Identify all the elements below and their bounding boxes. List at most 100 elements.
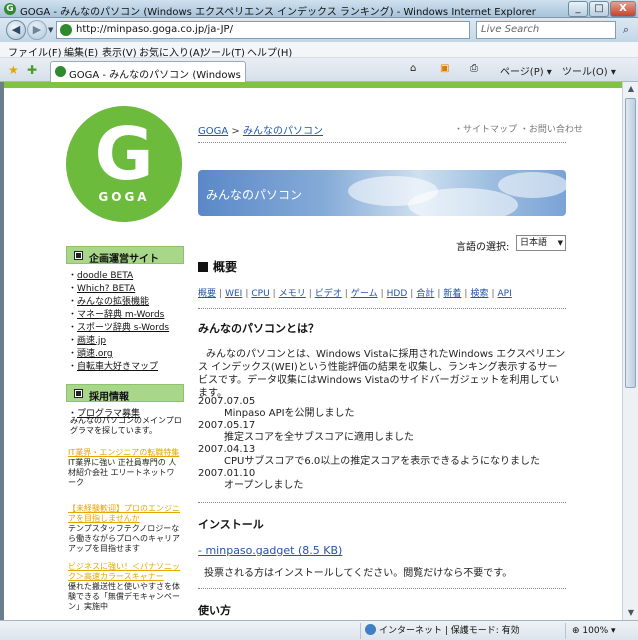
search-input[interactable]: Live Search — [476, 21, 616, 39]
top-stripe — [4, 82, 622, 88]
address-url[interactable]: http://minpaso.goga.co.jp/ja-JP/ — [76, 24, 233, 35]
sidebar-link[interactable]: ・doodle BETA — [68, 268, 133, 281]
nav-link[interactable]: HDD — [387, 289, 408, 299]
language-value: 日本語 — [520, 238, 548, 248]
ad-link[interactable]: IT業界・エンジニアの転職特集 — [68, 448, 182, 458]
ad-link[interactable]: ビジネスに強い！＜パナソニック＞高速カラースキャナー — [68, 562, 182, 582]
jobs-header: 採用情報 — [66, 384, 184, 403]
planning-sites-header: 企画運営サイト — [66, 246, 184, 265]
language-label: 言語の選択: — [456, 242, 510, 253]
sidebar-link[interactable]: ・自転車大好きマップ — [68, 359, 158, 372]
history-dropdown-icon[interactable]: ▼ — [48, 26, 53, 34]
breadcrumb: GOGA > みんなのパソコン — [198, 122, 323, 137]
news-item: CPUサブスコアで6.0以上の推定スコアを表示できるようになりました — [224, 456, 541, 467]
sidebar-link[interactable]: ・頭速.org — [68, 346, 113, 359]
news-item: 推定スコアを全サブスコアに適用しました — [224, 432, 414, 443]
banner-cloud — [408, 188, 518, 216]
menu-file[interactable]: ファイル(F) — [8, 44, 62, 59]
back-button[interactable]: ◀ — [6, 20, 26, 40]
zoom-icon: ⊕ — [572, 626, 583, 636]
menu-tools[interactable]: ツール(T) — [201, 44, 245, 59]
zoom-level[interactable]: ⊕ 100% ▾ — [565, 623, 635, 639]
scroll-up-icon[interactable]: ▲ — [624, 82, 638, 96]
home-icon[interactable]: ⌂ — [410, 63, 416, 74]
gadget-download-link[interactable]: - minpaso.gadget (8.5 KB) — [198, 544, 342, 557]
scroll-thumb[interactable] — [625, 98, 636, 388]
nav-link[interactable]: 合計 — [416, 289, 434, 299]
ie-favicon-icon: G — [4, 3, 16, 15]
vertical-scrollbar[interactable]: ▲ ▼ — [622, 82, 638, 620]
jobs-title: 採用情報 — [89, 392, 129, 403]
page-menu-button[interactable]: ページ(P) ▾ — [500, 63, 552, 78]
favorites-star-icon[interactable]: ★ — [8, 63, 19, 77]
sidebar-link[interactable]: ・マネー辞典 m-Words — [68, 307, 164, 320]
nav-link[interactable]: ゲーム — [351, 289, 378, 299]
tab-goga[interactable]: GOGA - みんなのパソコン (Windows エクスペ... — [50, 61, 246, 82]
nav-link[interactable]: メモリ — [279, 289, 306, 299]
search-icon[interactable]: ⌕ — [618, 21, 634, 39]
goga-logo[interactable]: G GOGA — [66, 106, 182, 222]
ad-description: テンプスタッフテクノロジーなら働きながらプロへのキャリアアップを目指せます — [68, 524, 180, 553]
menu-bar: ファイル(F) 編集(E) 表示(V) お気に入り(A) ツール(T) ヘルプ(… — [0, 42, 638, 59]
feeds-icon[interactable]: ▣ — [440, 63, 449, 74]
news-list: 2007.07.05 Minpaso APIを公開しました 2007.05.17… — [198, 396, 540, 492]
news-item: Minpaso APIを公開しました — [224, 408, 355, 419]
close-button[interactable]: X — [610, 1, 636, 17]
banner: みんなのパソコン — [198, 170, 566, 216]
about-title: みんなのパソコンとは？ — [198, 322, 319, 335]
nav-link[interactable]: WEI — [225, 289, 242, 299]
sidebar-link[interactable]: ・Which? BETA — [68, 281, 135, 294]
breadcrumb-root-link[interactable]: GOGA — [198, 126, 228, 137]
sidebar-link[interactable]: ・スポーツ辞典 s-Words — [68, 320, 169, 333]
page-viewport: G GOGA 企画運営サイト ・doodle BETA ・Which? BETA… — [0, 82, 622, 620]
chevron-down-icon: ▼ — [557, 239, 563, 247]
search-placeholder: Live Search — [481, 24, 540, 35]
minimize-button[interactable]: _ — [568, 1, 588, 17]
contact-link[interactable]: ・お問い合わせ — [520, 125, 583, 135]
download-note: 投票される方はインストールしてください。閲覧だけなら不要です。 — [204, 568, 513, 579]
address-bar[interactable]: http://minpaso.goga.co.jp/ja-JP/ ▼ ↻ ✕ — [56, 21, 523, 39]
language-select[interactable]: 日本語 ▼ — [516, 235, 566, 251]
sidebar-link[interactable]: ・みんなの拡張機能 — [68, 294, 149, 307]
maximize-button[interactable]: □ — [589, 1, 609, 17]
nav-link[interactable]: 検索 — [470, 289, 488, 299]
breadcrumb-current-link[interactable]: みんなのパソコン — [243, 126, 323, 137]
add-favorites-icon[interactable]: ✚ — [27, 63, 37, 77]
sidebar-ad[interactable]: 【未経験歓迎】プロのエンジニアを目指しませんか テンプスタッフテクノロジーなら働… — [68, 504, 182, 554]
logo-glyph: G — [94, 112, 154, 196]
bullet-square-icon — [74, 389, 83, 398]
scroll-down-icon[interactable]: ▼ — [624, 606, 638, 620]
menu-favorites[interactable]: お気に入り(A) — [139, 44, 204, 59]
divider — [198, 588, 566, 589]
nav-link[interactable]: 新着 — [443, 289, 461, 299]
menu-view[interactable]: 表示(V) — [102, 44, 137, 59]
address-row: ◀ ▶ ▼ http://minpaso.goga.co.jp/ja-JP/ ▼… — [0, 18, 638, 42]
news-date: 2007.05.17 — [198, 420, 256, 431]
ad-description: IT業界に強い 正社員専門の 人材紹介会社 エリートネットワーク — [68, 458, 177, 487]
tools-menu-button[interactable]: ツール(O) ▾ — [562, 63, 616, 78]
news-item: オープンしました — [224, 480, 304, 491]
nav-link[interactable]: 概要 — [198, 289, 216, 299]
header-links: ・サイトマップ ・お問い合わせ — [454, 122, 583, 135]
menu-help[interactable]: ヘルプ(H) — [247, 44, 292, 59]
forward-button[interactable]: ▶ — [27, 20, 47, 40]
nav-link[interactable]: CPU — [251, 289, 269, 299]
sidebar-link[interactable]: ・画速.jp — [68, 333, 106, 346]
status-bar: インターネット | 保護モード: 有効 ⊕ 100% ▾ — [0, 620, 638, 640]
page-icon — [60, 24, 72, 36]
sidebar-ad[interactable]: ビジネスに強い！＜パナソニック＞高速カラースキャナー 優れた搬送性と使いやすさを… — [68, 562, 182, 612]
divider — [198, 308, 566, 309]
security-zone: インターネット | 保護モード: 有効 — [360, 623, 550, 639]
tab-row: ★ ✚ GOGA - みんなのパソコン (Windows エクスペ... ⌂ ▣… — [0, 58, 638, 82]
nav-link[interactable]: ビデオ — [315, 289, 342, 299]
sitemap-link[interactable]: ・サイトマップ — [454, 125, 517, 135]
usage-title: 使い方 — [198, 604, 231, 617]
ad-link[interactable]: 【未経験歓迎】プロのエンジニアを目指しませんか — [68, 504, 182, 524]
sidebar-ad[interactable]: IT業界・エンジニアの転職特集 IT業界に強い 正社員専門の 人材紹介会社 エリ… — [68, 448, 182, 488]
banner-cloud — [498, 172, 566, 198]
print-icon[interactable]: ⎙ — [470, 63, 478, 74]
tab-favicon-icon — [55, 66, 66, 77]
divider — [198, 502, 566, 503]
menu-edit[interactable]: 編集(E) — [64, 44, 98, 59]
nav-link[interactable]: API — [498, 289, 512, 299]
